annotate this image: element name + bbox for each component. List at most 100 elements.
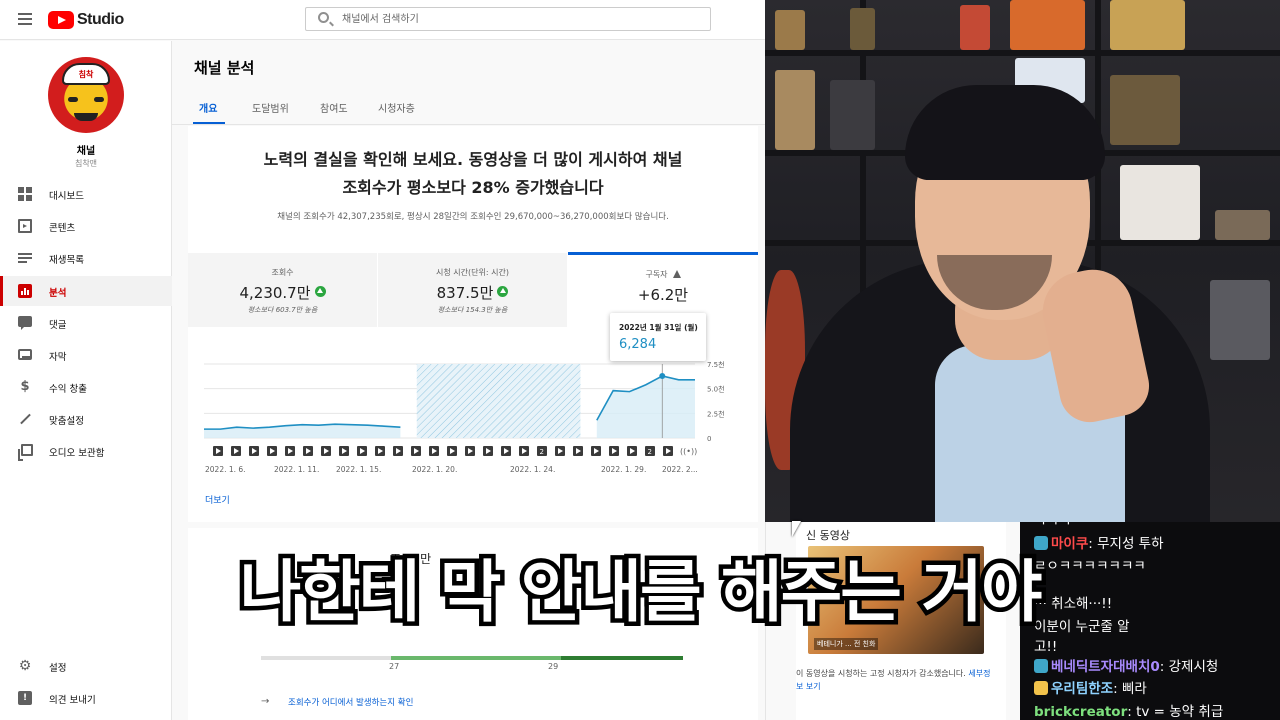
channel-handle: 침착맨	[74, 159, 98, 168]
sidebar-item-label: 의견 보내기	[49, 695, 96, 706]
sidebar-item-label: 댓글	[49, 320, 67, 331]
sidebar-item-content[interactable]: 콘텐츠	[0, 211, 172, 241]
latest-video-description: 이 동영상을 시청하는 고정 시청자가 감소했습니다. 세부정보 보기	[796, 667, 996, 693]
search-icon[interactable]	[318, 12, 329, 23]
youtube-play-icon	[48, 11, 74, 29]
avatar-cap-text: 침착	[78, 70, 94, 79]
chat-text: : tv = 농약 취급	[1127, 704, 1224, 720]
logo-text: Studio	[77, 11, 124, 28]
toy	[1210, 280, 1270, 360]
sidebar-item-subtitles[interactable]: 자막	[0, 340, 172, 370]
sidebar-item-label: 맞춤설정	[49, 416, 84, 427]
sidebar-item-audio-library[interactable]: 오디오 보관함	[0, 436, 172, 466]
chart-video-marker-count: 2	[648, 448, 652, 456]
progress-tick: 29	[548, 662, 559, 671]
dollar-icon: $	[20, 379, 30, 394]
channel-name: 채널	[76, 146, 96, 157]
chart-x-tick-label: 2022. 1. 29.	[601, 465, 646, 474]
chat-message: 우리팀한조: 삐라	[1034, 680, 1274, 698]
search-input[interactable]	[342, 11, 692, 27]
search-box[interactable]	[305, 7, 711, 31]
sidebar-item-customization[interactable]: 맞춤설정	[0, 404, 172, 434]
toy	[1110, 0, 1185, 50]
menu-icon[interactable]	[18, 13, 32, 25]
chart-x-tick-label: 2022. 1. 15.	[336, 465, 381, 474]
avatar-eye	[94, 97, 104, 102]
toy	[1120, 165, 1200, 240]
chat-username[interactable]: brickcreator	[1034, 704, 1127, 720]
tab-audience[interactable]: 시청자층	[378, 100, 415, 115]
chart-y-tick-label: 7.5천	[707, 360, 725, 369]
chat-message: brickcreator: tv = 농약 취급	[1034, 703, 1274, 720]
sidebar-item-dashboard[interactable]: 대시보드	[0, 179, 172, 209]
toy	[775, 10, 805, 50]
tab-overview[interactable]: 개요	[199, 100, 217, 115]
chart-highlight-point	[659, 372, 666, 379]
traffic-source-link[interactable]: 조회수가 어디에서 발생하는지 확인	[288, 696, 413, 708]
sidebar-item-feedback[interactable]: ! 의견 보내기	[0, 683, 172, 713]
chart-x-tick-label: 2022. 1. 6.	[205, 465, 246, 474]
webcam-feed	[765, 0, 1280, 522]
toy	[960, 5, 990, 50]
chart-y-tick-label: 0	[707, 435, 711, 443]
sidebar-item-settings[interactable]: ⚙ 설정	[0, 651, 172, 681]
tooltip-value: 6,284	[619, 337, 657, 352]
sidebar-item-analytics[interactable]: 분석	[0, 276, 172, 306]
chart-video-marker-count: 2	[540, 448, 544, 456]
avatar-cap: 침착	[62, 63, 110, 85]
chat-username[interactable]: 우리팀한조	[1051, 681, 1113, 697]
progress-segment	[561, 656, 683, 660]
chart-x-tick-label: 2022. 2...	[662, 465, 698, 474]
audio-library-icon	[18, 444, 33, 461]
chat-message: 고!!	[1034, 638, 1274, 656]
chat-badge-icon	[1034, 659, 1048, 673]
chart-tooltip: 2022년 1월 31일 (월) 6,284	[610, 313, 706, 361]
content-icon	[18, 219, 32, 233]
page-title: 채널 분석	[194, 59, 255, 77]
chart-y-tick-label: 5.0천	[707, 385, 725, 394]
chart-x-tick-label: 2022. 1. 11.	[274, 465, 319, 474]
sidebar-item-label: 수익 창출	[49, 384, 87, 395]
toy	[1010, 0, 1085, 50]
progress-segment	[391, 656, 561, 660]
sidebar-item-monetization[interactable]: $ 수익 창출	[0, 372, 172, 402]
gear-icon: ⚙	[18, 658, 32, 674]
sidebar-item-label: 자막	[49, 352, 67, 363]
customization-icon	[18, 412, 32, 426]
avatar-eye	[68, 97, 78, 102]
mouse-cursor-icon	[792, 521, 801, 537]
youtube-studio-logo[interactable]: Studio	[48, 10, 124, 30]
playlist-icon	[18, 251, 32, 265]
chart-x-tick-label: 2022. 1. 24.	[510, 465, 555, 474]
toy	[830, 80, 875, 150]
arrow-right-icon: →	[261, 696, 270, 707]
chat-text: 고!!	[1034, 639, 1058, 655]
chart-live-icon: ((•))	[680, 447, 697, 456]
chat-username[interactable]: 베네딕트자대배치0	[1051, 659, 1160, 675]
stream-frame: Studio 침착 채널 침착맨 대시보드 콘텐츠	[0, 0, 1280, 720]
sidebar-item-playlists[interactable]: 재생목록	[0, 243, 172, 273]
tab-engagement[interactable]: 참여도	[320, 100, 348, 115]
top-bar: Studio	[0, 0, 765, 40]
sidebar-item-label: 분석	[49, 288, 67, 299]
chat-message: ㅋㅋㅋ	[1034, 522, 1274, 531]
progress-tick: 27	[389, 662, 400, 671]
sidebar-item-comments[interactable]: 댓글	[0, 308, 172, 338]
tab-divider	[172, 124, 765, 125]
toy	[1110, 75, 1180, 145]
sidebar-item-label: 오디오 보관함	[49, 448, 105, 459]
video-subtitle: 나한테 막 안내를 해주는 거야	[235, 549, 1047, 636]
chart-y-tick-label: 2.5천	[707, 409, 725, 418]
shelf	[765, 50, 1280, 56]
dashboard-icon	[18, 187, 32, 201]
analytics-icon	[18, 284, 32, 298]
chat-badge-icon	[1034, 681, 1048, 695]
chat-text: ㅋㅋㅋ	[1034, 522, 1072, 530]
tab-reach[interactable]: 도달범위	[252, 100, 289, 115]
comments-icon	[18, 316, 32, 330]
toy	[850, 8, 875, 50]
channel-avatar[interactable]: 침착	[48, 57, 124, 133]
chat-text: : 삐라	[1113, 681, 1147, 697]
see-more-link[interactable]: 더보기	[205, 493, 230, 506]
sidebar-item-label: 대시보드	[49, 191, 84, 202]
